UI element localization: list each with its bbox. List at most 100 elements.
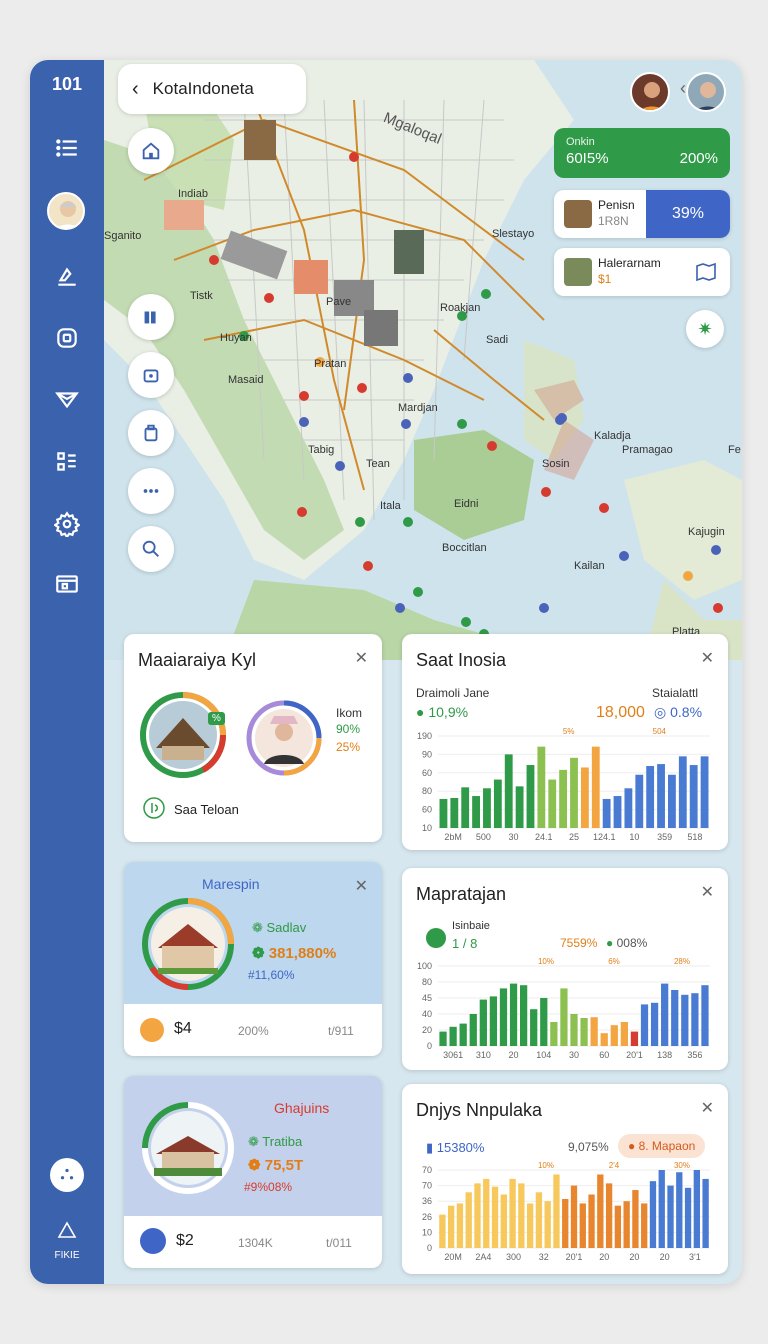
bar[interactable] — [646, 766, 655, 828]
bar[interactable] — [579, 1203, 586, 1248]
bag-button[interactable] — [128, 410, 174, 456]
box-icon[interactable] — [51, 322, 83, 354]
bar[interactable] — [520, 985, 528, 1046]
bar[interactable] — [456, 1203, 464, 1248]
bar[interactable] — [613, 796, 622, 828]
bar[interactable] — [678, 756, 687, 828]
list-icon[interactable] — [51, 446, 83, 478]
bar[interactable] — [580, 1018, 588, 1046]
menu-icon[interactable] — [51, 132, 83, 164]
bar[interactable] — [526, 765, 535, 828]
bar[interactable] — [671, 990, 679, 1046]
bar[interactable] — [537, 746, 546, 828]
bar[interactable] — [483, 1178, 490, 1248]
close-icon[interactable]: ✕ — [355, 648, 368, 668]
bar[interactable] — [689, 765, 698, 828]
bar[interactable] — [649, 1181, 657, 1248]
bar[interactable] — [450, 797, 459, 828]
bar[interactable] — [620, 1022, 628, 1046]
bar[interactable] — [491, 1186, 499, 1248]
bar[interactable] — [518, 1183, 525, 1248]
bar[interactable] — [570, 757, 578, 828]
avatar[interactable] — [630, 72, 670, 112]
bar[interactable] — [493, 779, 502, 828]
bar[interactable] — [465, 1192, 472, 1248]
bar[interactable] — [623, 1201, 630, 1248]
bar[interactable] — [702, 1178, 709, 1248]
bar[interactable] — [526, 1203, 534, 1248]
gear-icon[interactable] — [51, 508, 83, 540]
stat-card[interactable]: Halerarnam $1 — [554, 248, 730, 296]
bar[interactable] — [474, 1183, 481, 1248]
send-icon[interactable] — [51, 384, 83, 416]
bar[interactable] — [650, 1002, 659, 1046]
bar[interactable] — [499, 988, 508, 1046]
bar[interactable] — [657, 764, 665, 828]
bar[interactable] — [667, 1185, 674, 1248]
bar[interactable] — [614, 1205, 622, 1248]
close-icon[interactable]: ✕ — [355, 876, 368, 896]
bar[interactable] — [449, 1026, 457, 1046]
bar[interactable] — [461, 787, 470, 828]
bar[interactable] — [580, 767, 589, 828]
bar[interactable] — [661, 983, 669, 1046]
search-bar[interactable]: ‹ KotaIndoneta — [118, 64, 306, 114]
bar[interactable] — [504, 754, 513, 828]
chevron-left-icon[interactable]: ‹ — [680, 78, 686, 99]
window-icon[interactable] — [51, 568, 83, 600]
bar[interactable] — [597, 1174, 604, 1248]
bar[interactable] — [632, 1190, 639, 1248]
bar[interactable] — [668, 774, 676, 828]
stat-card-green[interactable]: Onkin 60I5% 200% — [554, 128, 730, 178]
bar[interactable] — [550, 1022, 558, 1046]
avatar[interactable] — [47, 192, 85, 230]
bar[interactable] — [624, 788, 633, 828]
bar[interactable] — [548, 779, 557, 828]
bar[interactable] — [641, 1203, 648, 1248]
bar[interactable] — [600, 1033, 608, 1046]
bar[interactable] — [701, 985, 709, 1046]
more-button[interactable] — [128, 468, 174, 514]
refresh-icon[interactable] — [142, 796, 166, 820]
star-button[interactable]: ✷ — [686, 310, 724, 348]
bar[interactable] — [483, 788, 491, 828]
bar[interactable] — [610, 1025, 618, 1046]
bar[interactable] — [658, 1170, 665, 1248]
bar[interactable] — [591, 746, 600, 828]
stat-card[interactable]: Penisn 1R8N 39% — [554, 190, 730, 238]
back-icon[interactable]: ‹ — [132, 78, 139, 101]
bar[interactable] — [590, 1017, 598, 1046]
bar[interactable] — [605, 1183, 613, 1248]
bar[interactable] — [681, 994, 689, 1046]
triangle-icon[interactable] — [57, 1220, 77, 1240]
bar[interactable] — [560, 988, 568, 1046]
bar[interactable] — [570, 1185, 578, 1248]
bar[interactable] — [472, 796, 480, 828]
bar[interactable] — [509, 1178, 516, 1248]
bar[interactable] — [530, 1009, 538, 1046]
bar[interactable] — [489, 996, 498, 1046]
bar[interactable] — [448, 1205, 455, 1248]
bar[interactable] — [535, 1192, 543, 1248]
map-view[interactable]: Mgaloqal Indiab Sganito Tistk Huyan Masa… — [104, 60, 742, 660]
bar[interactable] — [553, 1174, 560, 1248]
bar[interactable] — [559, 769, 568, 828]
bar[interactable] — [570, 1014, 578, 1046]
bar[interactable] — [439, 1214, 446, 1248]
bar[interactable] — [602, 798, 611, 828]
bar[interactable] — [562, 1198, 569, 1248]
bar[interactable] — [439, 1031, 447, 1046]
bar[interactable] — [684, 1187, 692, 1248]
bar[interactable] — [693, 1170, 700, 1248]
bar[interactable] — [459, 1023, 467, 1046]
bar[interactable] — [439, 798, 448, 828]
bar[interactable] — [540, 998, 548, 1046]
search-button[interactable] — [128, 526, 174, 572]
avatar[interactable] — [686, 72, 726, 112]
bar[interactable] — [544, 1201, 551, 1248]
map-icon[interactable] — [694, 260, 718, 284]
bar[interactable] — [676, 1172, 683, 1248]
home-button[interactable] — [128, 128, 174, 174]
bar[interactable] — [515, 786, 524, 828]
layers-button[interactable] — [128, 294, 174, 340]
